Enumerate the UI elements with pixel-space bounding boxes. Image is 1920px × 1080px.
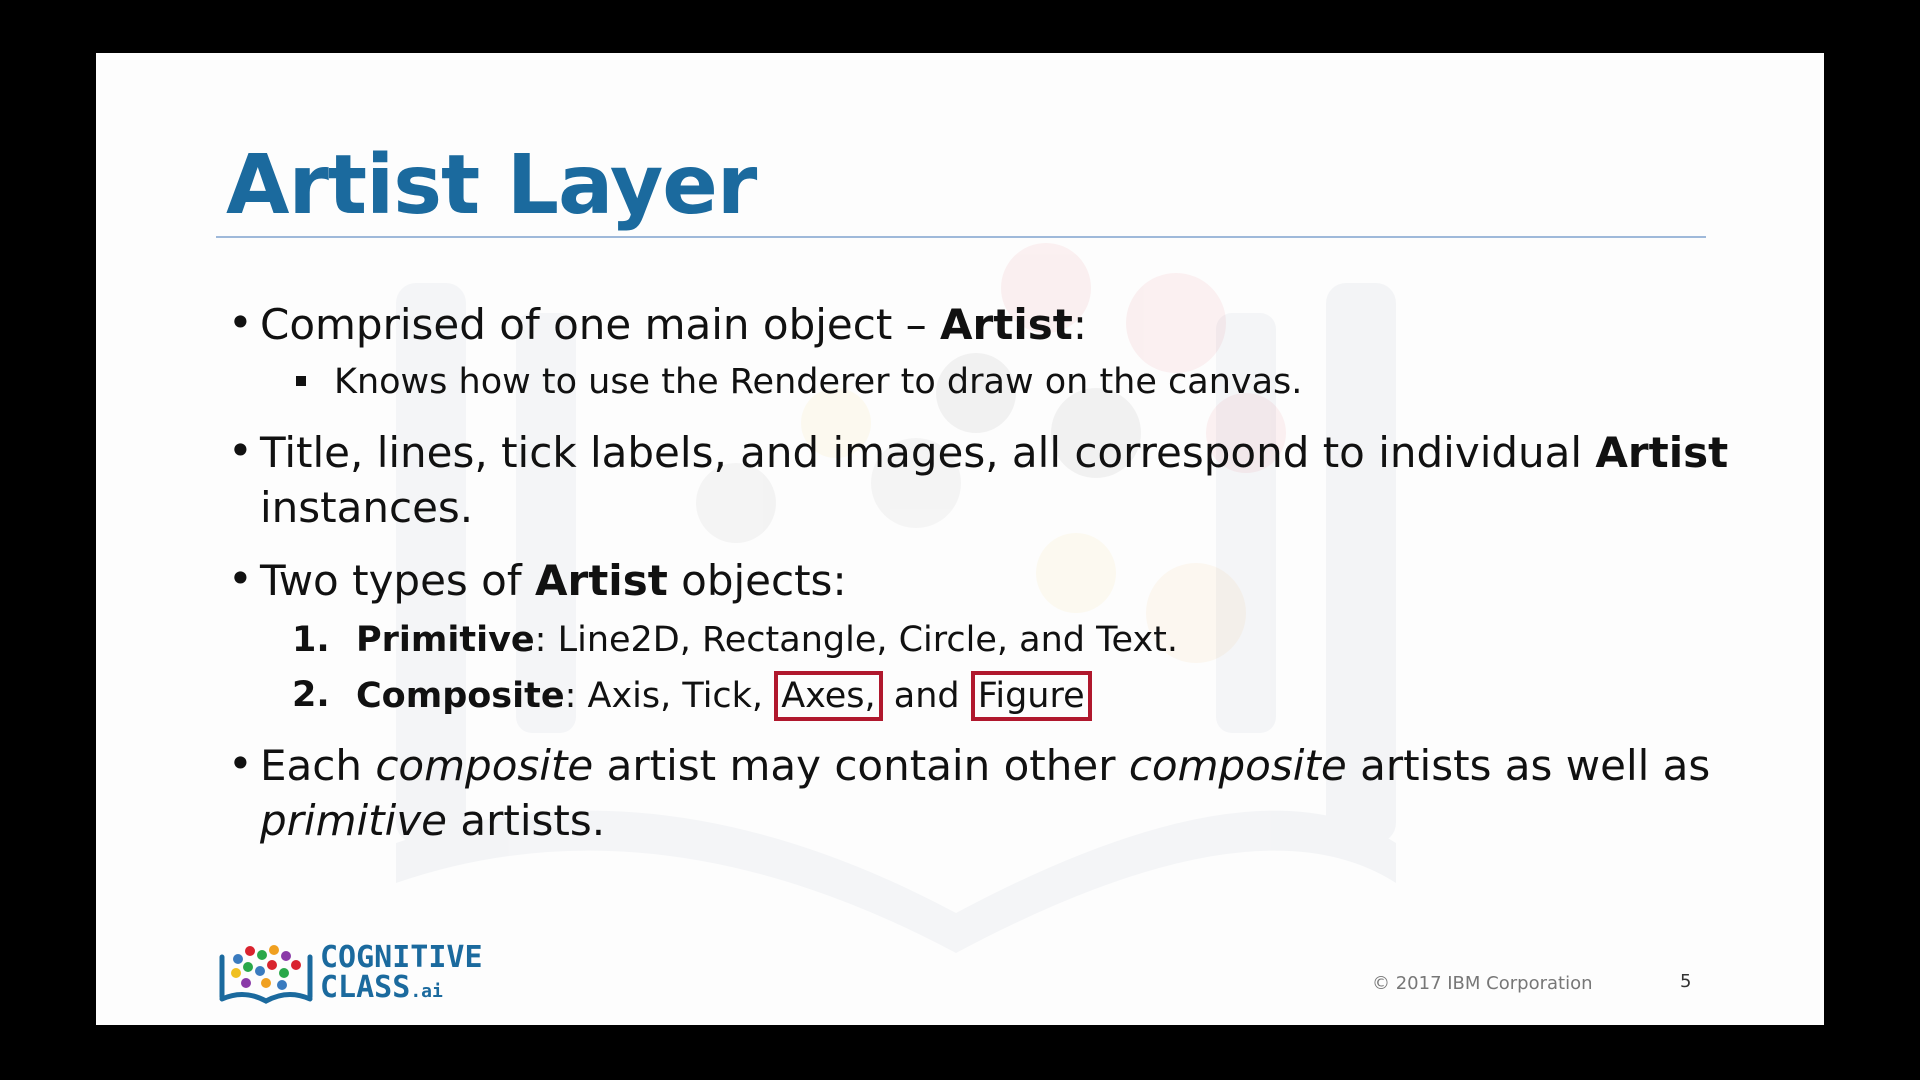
list-number-2: 2. xyxy=(292,675,330,715)
square-bullet-icon xyxy=(296,376,306,386)
bullet-dot: • xyxy=(228,298,253,347)
composite-label: Composite xyxy=(356,676,565,716)
slide: Artist Layer • Comprised of one main obj… xyxy=(96,53,1824,1025)
bullet-4-line-1: Each composite artist may contain other … xyxy=(260,741,1710,790)
text-run: artists as well as xyxy=(1346,741,1711,790)
logo-class: CLASS xyxy=(320,970,411,1005)
text-run: Two types of xyxy=(260,556,535,605)
highlight-box-figure: Figure xyxy=(970,671,1092,721)
text-run: artists. xyxy=(447,796,606,845)
text-run: : Axis, Tick, xyxy=(564,676,775,716)
book-icon xyxy=(219,945,313,1004)
bullet-dot: • xyxy=(228,554,253,603)
text-run: Comprised of one main object – xyxy=(260,300,941,349)
emphasis-artist: Artist xyxy=(1595,428,1729,477)
logo-wordmark: COGNITIVE CLASS.ai xyxy=(320,943,483,1007)
bullet-2-line-2: instances. xyxy=(260,483,474,532)
bullet-3-text: Two types of Artist objects: xyxy=(260,556,847,605)
emphasis-composite: composite xyxy=(375,741,594,790)
sub-bullet-1-text: Knows how to use the Renderer to draw on… xyxy=(334,362,1303,402)
copyright-text: © 2017 IBM Corporation xyxy=(1372,973,1593,994)
numbered-item-2: Composite: Axis, Tick, Axes, and Figure xyxy=(356,671,1092,721)
text-run: artist may contain other xyxy=(593,741,1129,790)
bullet-dot: • xyxy=(228,426,253,475)
bullet-dot: • xyxy=(228,739,253,788)
logo-ai: .ai xyxy=(410,981,443,1002)
emphasis-primitive: primitive xyxy=(260,796,448,845)
text-run: Each xyxy=(260,741,376,790)
primitive-label: Primitive xyxy=(356,620,535,660)
emphasis-composite: composite xyxy=(1128,741,1347,790)
logo-line-1: COGNITIVE xyxy=(320,940,483,975)
text-run: : xyxy=(1072,300,1087,349)
bullet-1-text: Comprised of one main object – Artist: xyxy=(260,300,1087,349)
text-run: objects: xyxy=(667,556,847,605)
highlight-box-axes: Axes, xyxy=(774,671,883,721)
emphasis-artist: Artist xyxy=(535,556,668,605)
bullet-2-line-1: Title, lines, tick labels, and images, a… xyxy=(260,428,1728,477)
numbered-item-1: Primitive: Line2D, Rectangle, Circle, an… xyxy=(356,620,1178,660)
logo-line-2: CLASS.ai xyxy=(320,973,483,1007)
page-number: 5 xyxy=(1680,971,1692,992)
slide-content: • Comprised of one main object – Artist:… xyxy=(96,53,1824,1025)
emphasis-artist: Artist xyxy=(940,300,1073,349)
text-run: and xyxy=(882,676,971,716)
list-number-1: 1. xyxy=(292,620,330,660)
cognitive-class-logo: COGNITIVE CLASS.ai xyxy=(216,943,483,1013)
text-run: Title, lines, tick labels, and images, a… xyxy=(260,428,1596,477)
bullet-4-line-2: primitive artists. xyxy=(260,796,605,845)
text-run: : Line2D, Rectangle, Circle, and Text. xyxy=(534,620,1179,660)
